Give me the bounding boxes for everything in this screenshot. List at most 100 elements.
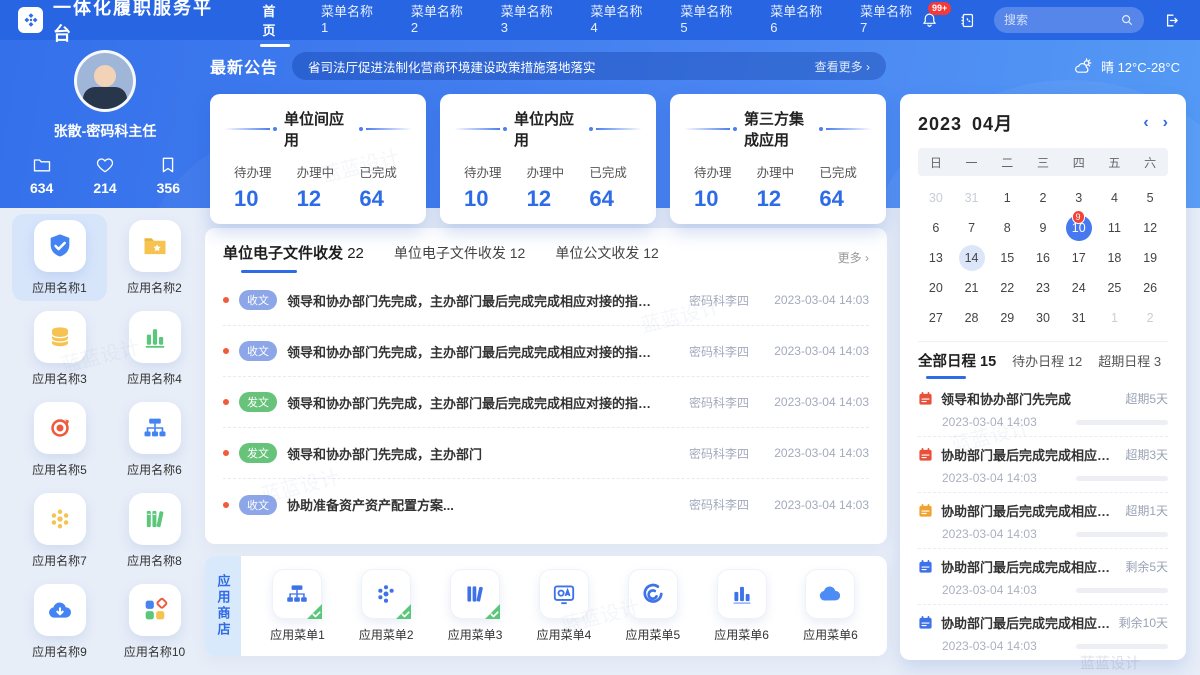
calendar-day[interactable]: 25 bbox=[1097, 274, 1133, 301]
tab-unit-efile-1[interactable]: 单位电子文件收发 22 bbox=[223, 242, 364, 273]
store-app-3[interactable]: 应用菜单3 bbox=[448, 569, 503, 643]
sidebar-app-1[interactable]: 应用名称1 bbox=[12, 214, 107, 301]
sidebar-app-8[interactable]: 应用名称8 bbox=[107, 487, 202, 574]
card-third-party[interactable]: 第三方集成应用 待办理10 办理中12 已完成64 bbox=[670, 94, 886, 224]
sidebar-app-grid: 应用名称1 应用名称2 应用名称3 应用名称4 应用名称5 应用名称6 应用名称… bbox=[12, 214, 202, 665]
calendar-day[interactable]: 26 bbox=[1132, 274, 1168, 301]
document-row[interactable]: 收文 领导和协办部门先完成，主办部门最后完成完成相应对接的指示任务办件... 密… bbox=[223, 275, 869, 326]
stat-bookmarks[interactable]: 356 bbox=[137, 155, 200, 196]
calendar-day[interactable]: 17 bbox=[1061, 244, 1097, 271]
sidebar-app-10[interactable]: 应用名称10 bbox=[107, 578, 202, 665]
calendar-day[interactable]: 24 bbox=[1061, 274, 1097, 301]
calendar-next-icon[interactable]: › bbox=[1163, 115, 1168, 131]
calendar-day[interactable]: 5 bbox=[1132, 184, 1168, 211]
nav-menu-4[interactable]: 菜单名称4 bbox=[589, 0, 649, 51]
calendar-day[interactable]: 16 bbox=[1025, 244, 1061, 271]
tab-overdue-schedules[interactable]: 超期日程 3 bbox=[1098, 351, 1161, 378]
search-icon[interactable] bbox=[1120, 13, 1134, 27]
nav-home[interactable]: 首页 bbox=[260, 0, 289, 51]
calendar-day[interactable]: 109 bbox=[1061, 214, 1097, 241]
calendar-day[interactable]: 1 bbox=[989, 184, 1025, 211]
store-app-2[interactable]: 应用菜单2 bbox=[359, 569, 414, 643]
calendar-day[interactable]: 3 bbox=[1061, 184, 1097, 211]
stat-label: 办理中 bbox=[527, 162, 580, 181]
calendar-day[interactable]: 13 bbox=[918, 244, 954, 271]
document-row[interactable]: 收文 协助准备资产资产配置方案... 密码科李四 2023-03-04 14:0… bbox=[223, 479, 869, 530]
calendar-day[interactable]: 12 bbox=[1132, 214, 1168, 241]
document-row[interactable]: 发文 领导和协办部门先完成，主办部门最后完成完成相应对接的指示任务办件，请示文 … bbox=[223, 377, 869, 428]
calendar-day[interactable]: 20 bbox=[918, 274, 954, 301]
card-intra-unit[interactable]: 单位内应用 待办理10 办理中12 已完成64 bbox=[440, 94, 656, 224]
card-inter-unit[interactable]: 单位间应用 待办理10 办理中12 已完成64 bbox=[210, 94, 426, 224]
schedule-row[interactable]: 协助部门最后完成完成相应对接... 剩余10天 2023-03-04 14:03 bbox=[918, 605, 1168, 660]
nav-menu-7[interactable]: 菜单名称7 bbox=[858, 0, 918, 51]
schedule-row[interactable]: 协助部门最后完成完成相应对接... 超期1天 2023-03-04 14:03 bbox=[918, 493, 1168, 549]
tab-all-schedules[interactable]: 全部日程 15 bbox=[918, 350, 996, 379]
logout-icon[interactable] bbox=[1160, 9, 1182, 31]
stat-documents[interactable]: 634 bbox=[10, 155, 73, 196]
progress-bar bbox=[1076, 588, 1168, 593]
calendar-day[interactable]: 8 bbox=[989, 214, 1025, 241]
nav-menu-2[interactable]: 菜单名称2 bbox=[409, 0, 469, 51]
nav-menu-3[interactable]: 菜单名称3 bbox=[499, 0, 559, 51]
cloud-icon bbox=[817, 581, 843, 607]
announcement-pill[interactable]: 省司法厅促进法制化营商环境建设政策措施落地落实 查看更多 › bbox=[292, 52, 886, 80]
calendar-day[interactable]: 14 bbox=[954, 244, 990, 271]
calendar-day[interactable]: 18 bbox=[1097, 244, 1133, 271]
calendar-weekday-row: 日一二三四五六 bbox=[918, 148, 1168, 176]
calendar-day[interactable]: 22 bbox=[989, 274, 1025, 301]
avatar[interactable] bbox=[74, 50, 136, 112]
store-app-1[interactable]: 应用菜单1 bbox=[270, 569, 325, 643]
calendar-day[interactable]: 4 bbox=[1097, 184, 1133, 211]
calendar-day[interactable]: 19 bbox=[1132, 244, 1168, 271]
calendar-day[interactable]: 23 bbox=[1025, 274, 1061, 301]
document-row[interactable]: 发文 领导和协办部门先完成，主办部门 密码科李四 2023-03-04 14:0… bbox=[223, 428, 869, 479]
tab-unit-official[interactable]: 单位公文收发 12 bbox=[555, 243, 658, 273]
store-app-7[interactable]: 应用菜单6 bbox=[803, 569, 858, 643]
calendar-day[interactable]: 28 bbox=[954, 304, 990, 331]
sidebar-app-4[interactable]: 应用名称4 bbox=[107, 305, 202, 392]
calendar-day[interactable]: 27 bbox=[918, 304, 954, 331]
search-box[interactable] bbox=[994, 7, 1144, 33]
calendar-day[interactable]: 9 bbox=[1025, 214, 1061, 241]
store-app-5[interactable]: 应用菜单5 bbox=[625, 569, 680, 643]
calendar-day[interactable]: 6 bbox=[918, 214, 954, 241]
document-row[interactable]: 收文 领导和协办部门先完成，主办部门最后完成完成相应对接的指示任务办件，请示文 … bbox=[223, 326, 869, 377]
store-app-6[interactable]: 应用菜单6 bbox=[714, 569, 769, 643]
nav-menu-5[interactable]: 菜单名称5 bbox=[678, 0, 738, 51]
contacts-book-icon[interactable] bbox=[956, 9, 978, 31]
nav-menu-1[interactable]: 菜单名称1 bbox=[319, 0, 379, 51]
calendar-day[interactable]: 2 bbox=[1132, 304, 1168, 331]
calendar-day[interactable]: 30 bbox=[1025, 304, 1061, 331]
folder-icon bbox=[32, 155, 52, 175]
schedule-row[interactable]: 协助部门最后完成完成相应对接... 超期3天 2023-03-04 14:03 bbox=[918, 437, 1168, 493]
calendar-day[interactable]: 15 bbox=[989, 244, 1025, 271]
announcement-more-link[interactable]: 查看更多 › bbox=[815, 58, 870, 75]
calendar-day[interactable]: 11 bbox=[1097, 214, 1133, 241]
calendar-day[interactable]: 31 bbox=[1061, 304, 1097, 331]
calendar-day[interactable]: 29 bbox=[989, 304, 1025, 331]
sidebar-app-5[interactable]: 应用名称5 bbox=[12, 396, 107, 483]
search-input[interactable] bbox=[1004, 13, 1120, 27]
sidebar-app-2[interactable]: 应用名称2 bbox=[107, 214, 202, 301]
calendar-day[interactable]: 30 bbox=[918, 184, 954, 211]
store-app-4[interactable]: 应用菜单4 bbox=[537, 569, 592, 643]
calendar-day[interactable]: 2 bbox=[1025, 184, 1061, 211]
sidebar-app-6[interactable]: 应用名称6 bbox=[107, 396, 202, 483]
tab-todo-schedules[interactable]: 待办日程 12 bbox=[1012, 351, 1082, 378]
nav-menu-6[interactable]: 菜单名称6 bbox=[768, 0, 828, 51]
sidebar-app-9[interactable]: 应用名称9 bbox=[12, 578, 107, 665]
notification-bell-icon[interactable]: 99+ bbox=[918, 9, 940, 31]
schedule-row[interactable]: 领导和协办部门先完成 超期5天 2023-03-04 14:03 bbox=[918, 381, 1168, 437]
more-link[interactable]: 更多 › bbox=[838, 249, 869, 266]
sidebar-app-3[interactable]: 应用名称3 bbox=[12, 305, 107, 392]
calendar-prev-icon[interactable]: ‹ bbox=[1143, 115, 1148, 131]
sidebar-app-7[interactable]: 应用名称7 bbox=[12, 487, 107, 574]
calendar-day[interactable]: 7 bbox=[954, 214, 990, 241]
calendar-day[interactable]: 31 bbox=[954, 184, 990, 211]
tab-unit-efile-2[interactable]: 单位电子文件收发 12 bbox=[394, 243, 525, 273]
calendar-day[interactable]: 1 bbox=[1097, 304, 1133, 331]
calendar-day[interactable]: 21 bbox=[954, 274, 990, 301]
stat-favorites[interactable]: 214 bbox=[73, 155, 136, 196]
schedule-row[interactable]: 协助部门最后完成完成相应对接... 剩余5天 2023-03-04 14:03 bbox=[918, 549, 1168, 605]
